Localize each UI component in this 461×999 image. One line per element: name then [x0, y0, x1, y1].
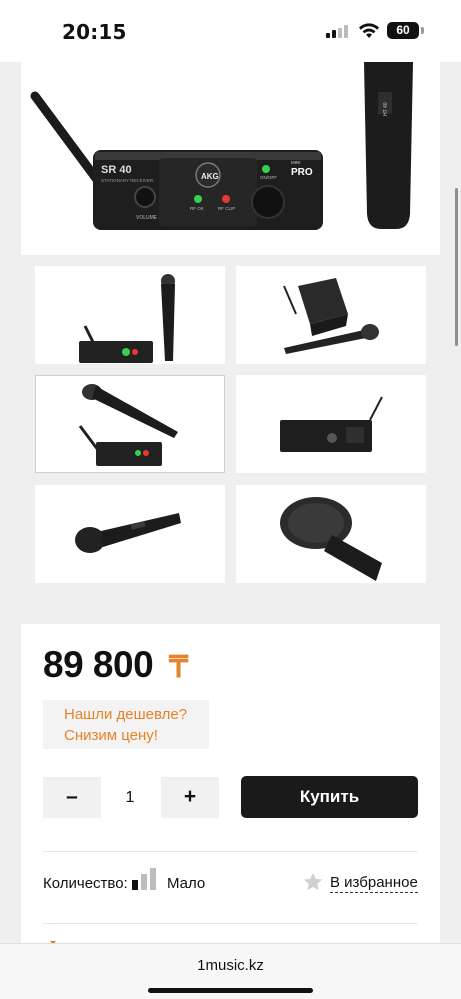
thumbnail-5-image [75, 513, 181, 553]
thumbnail-2-image [283, 278, 379, 354]
thumbnail-2[interactable] [236, 266, 426, 364]
thumbnail-4[interactable] [236, 375, 426, 473]
purchase-card: 89 800 ₸ Нашли дешевле? Снизим цену! – 1… [21, 624, 440, 964]
page-scrollbar[interactable] [455, 188, 458, 346]
thumbnail-3-image [78, 384, 178, 466]
status-bar: 20:15 60 [0, 0, 461, 62]
mini-text: MINI [291, 160, 301, 165]
clock: 20:15 [62, 20, 127, 44]
stock-label: Количество: [43, 875, 128, 892]
thumbnail-4-image [280, 396, 383, 452]
thumbnail-1[interactable] [35, 266, 225, 364]
thumbnail-3[interactable] [35, 375, 225, 473]
battery-tip [421, 27, 424, 34]
wifi-icon [359, 23, 379, 38]
thumbnail-1-image [79, 274, 175, 363]
mic-model-text: HT 40 [383, 102, 389, 116]
home-indicator [148, 988, 313, 993]
stock-level-icon [132, 868, 160, 890]
buy-button[interactable]: Купить [241, 776, 418, 818]
rf-clip-text: RF CLIP [218, 206, 235, 211]
url-text[interactable]: 1music.kz [0, 957, 461, 974]
on-off-text: ON/OFF [260, 175, 277, 180]
divider [43, 923, 418, 924]
main-product-image[interactable]: SR 40 STATIONARY RECEIVER VOLUME AKG RF … [21, 62, 440, 255]
main-image-drawing: SR 40 STATIONARY RECEIVER VOLUME AKG RF … [30, 62, 413, 230]
found-cheaper-link[interactable]: Нашли дешевле? Снизим цену! [43, 700, 209, 749]
receiver-subtitle-text: STATIONARY RECEIVER [101, 178, 154, 183]
add-to-favorites-link[interactable]: В избранное [330, 874, 418, 893]
receiver-model-text: SR 40 [101, 164, 132, 176]
price: 89 800 [43, 644, 154, 685]
quantity-value[interactable]: 1 [101, 777, 159, 818]
found-cheaper-line-2: Снизим цену! [64, 727, 158, 744]
thumbnail-6-image [280, 497, 382, 581]
volume-text: VOLUME [136, 215, 158, 221]
star-icon[interactable] [302, 871, 324, 893]
thumbnail-6[interactable] [236, 485, 426, 583]
currency-symbol: ₸ [169, 651, 189, 684]
pro-text: PRO [291, 167, 313, 178]
browser-address-bar[interactable]: 1music.kz [0, 943, 461, 999]
found-cheaper-line-1: Нашли дешевле? [64, 706, 188, 723]
quantity-decrease-button[interactable]: – [43, 777, 101, 818]
brand-logo-text: AKG [201, 172, 219, 181]
thumbnail-5[interactable] [35, 485, 225, 583]
cellular-signal-icon [326, 25, 348, 38]
quantity-increase-button[interactable]: + [161, 777, 219, 818]
rf-ok-text: RF OK [190, 206, 204, 211]
battery-icon: 60 [387, 22, 419, 39]
stock-value: Мало [167, 875, 206, 892]
divider [43, 851, 418, 852]
